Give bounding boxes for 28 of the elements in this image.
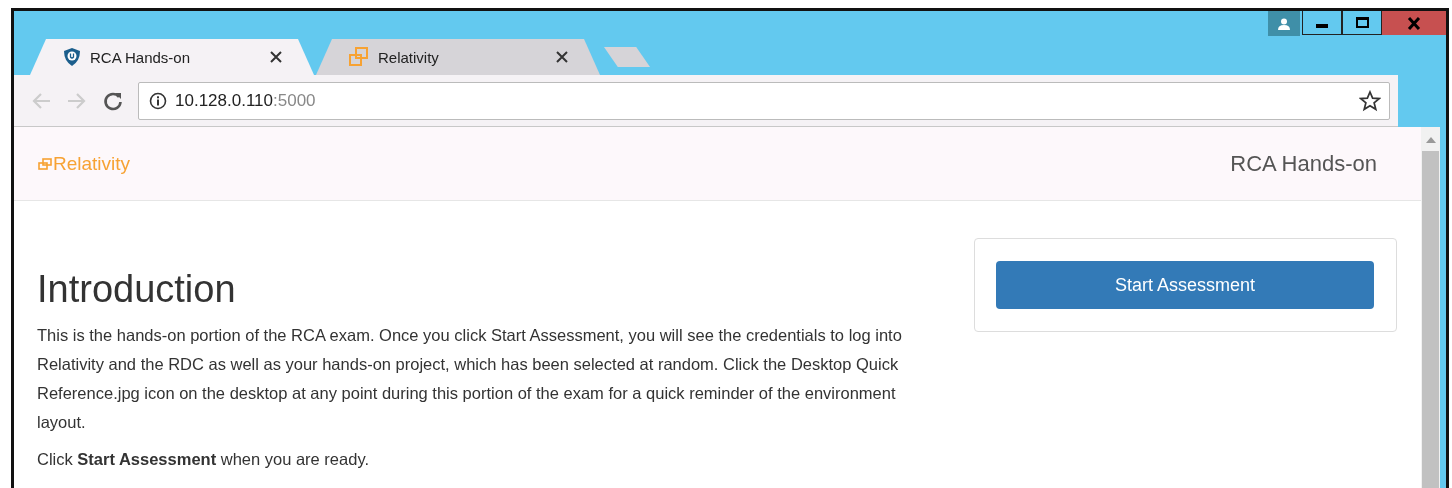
site-title: RCA Hands-on bbox=[1230, 150, 1377, 177]
shield-icon bbox=[62, 47, 82, 67]
close-tab-icon[interactable] bbox=[270, 51, 282, 63]
browser-tab[interactable]: RCA Hands-on bbox=[30, 39, 314, 75]
info-icon[interactable] bbox=[149, 91, 167, 110]
scrollbar[interactable] bbox=[1421, 127, 1440, 488]
bookmark-star-icon[interactable] bbox=[1359, 89, 1381, 112]
page-heading: Introduction bbox=[37, 268, 237, 311]
tab-title: RCA Hands-on bbox=[90, 48, 192, 66]
url-host: 10.128.0.110 bbox=[175, 90, 273, 111]
overlapping-squares-icon bbox=[348, 46, 370, 68]
paragraph: This is the hands-on portion of the RCA exam. Once you click Start Assessment, you will see the credentials to log into Relativity and the RDC as well as your hands-on project, which has been selected at random. Click the Desktop Quick Reference.jpg icon on the desktop at any point during this portion of the exam for a quick reminder of the environment layout. bbox=[37, 325, 903, 433]
maximize-button[interactable] bbox=[1342, 11, 1382, 35]
brand-name: Relativity bbox=[53, 152, 131, 175]
tab-title: Relativity bbox=[378, 48, 440, 66]
close-button[interactable] bbox=[1382, 11, 1446, 35]
start-assessment-button[interactable]: Start Assessment bbox=[996, 261, 1374, 309]
url-port: :5000 bbox=[273, 90, 316, 111]
close-tab-icon[interactable] bbox=[556, 51, 568, 63]
minimize-button[interactable] bbox=[1302, 11, 1342, 35]
close-icon bbox=[1407, 16, 1421, 30]
address-field[interactable]: 10.128.0.110:5000 bbox=[138, 81, 1390, 120]
browser-tab[interactable]: Relativity bbox=[316, 39, 600, 75]
scroll-up-icon[interactable] bbox=[1425, 137, 1436, 143]
paragraph: Click Start Assessment when you are ready. bbox=[37, 449, 370, 470]
user-icon[interactable] bbox=[1268, 11, 1300, 36]
logo-icon bbox=[38, 157, 52, 170]
scrollbar-thumb[interactable] bbox=[1422, 151, 1439, 488]
